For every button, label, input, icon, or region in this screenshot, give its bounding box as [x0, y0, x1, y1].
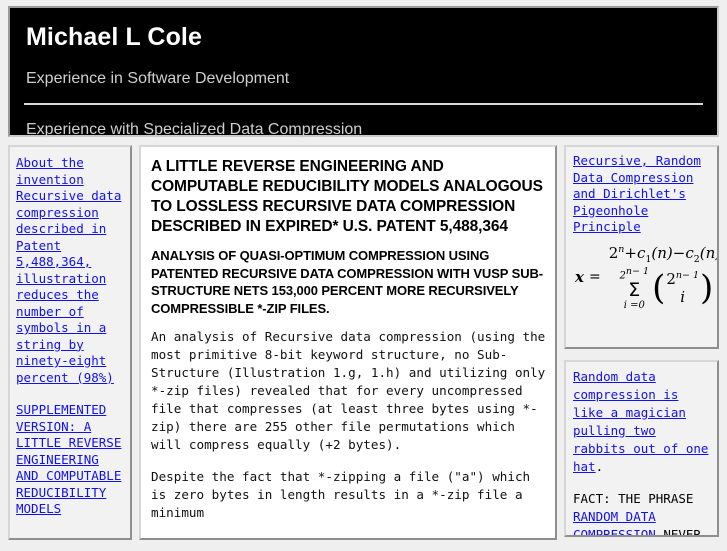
header-subtitle-2: Experience with Specialized Data Compres… [26, 121, 363, 138]
header-subtitle-1: Experience in Software Development [26, 70, 290, 87]
header-divider [24, 103, 703, 105]
formula-num-minus: − [672, 243, 686, 262]
right-link-random-data-compression[interactable]: RANDOM DATA COMPRESSION [573, 509, 656, 535]
main-subheading: ANALYSIS OF QUASI-OPTIMUM COMPRESSION US… [151, 248, 544, 316]
formula-lhs: x [575, 268, 584, 287]
formula-expression: x = 2n+c1(n)−c2(n) 2n− 1 Σ i =0 [575, 243, 717, 311]
sidebar-link-supplemented-version[interactable]: SUPPLEMENTED VERSION: A LITTLE REVERSE E… [16, 402, 127, 518]
formula-binom-bottom: i [680, 287, 686, 306]
formula-paren-right: ) [700, 268, 714, 309]
main-heading: A LITTLE REVERSE ENGINEERING AND COMPUTA… [151, 158, 543, 235]
formula-equals: = [588, 269, 601, 286]
formula-binom-top: 2n− 1 [666, 270, 700, 289]
right-fact-block: FACT: THE PHRASE RANDOM DATA COMPRESSION… [573, 491, 701, 537]
main-paragraph-2: Despite the fact that *-zipping a file (… [151, 469, 538, 520]
right-link-pigeonhole-principle[interactable]: Recursive, Random Data Compression and D… [573, 153, 711, 236]
page-title: Michael L Cole [26, 23, 202, 51]
formula-num-arg2: (n) [699, 243, 717, 262]
main-paragraph-1: An analysis of Recursive data compressio… [151, 329, 553, 452]
formula-num-arg1: (n) [651, 243, 673, 262]
right-fact-prefix: FACT: THE PHRASE [573, 491, 694, 506]
right-sidebar-box-bottom: Random data compression is like a magici… [564, 360, 719, 537]
right-quote-block: Random data compression is like a magici… [573, 369, 708, 474]
formula-binom-stack: 2n− 1 i [665, 270, 700, 306]
content-layout: About the invention Recursive data compr… [8, 145, 719, 540]
right-sidebar-box-top: Recursive, Random Data Compression and D… [564, 145, 719, 349]
right-sidebar: Recursive, Random Data Compression and D… [564, 145, 719, 540]
main-content: A LITTLE REVERSE ENGINEERING AND COMPUTA… [139, 145, 557, 540]
formula-fraction: 2n+c1(n)−c2(n) 2n− 1 Σ i =0 ( [607, 243, 717, 311]
formula-paren-left: ( [652, 268, 666, 309]
right-box-spacer [573, 476, 711, 490]
right-link-magician-rabbits[interactable]: Random data compression is like a magici… [573, 369, 708, 474]
sidebar-link-about-the-invention[interactable]: About the invention Recursive data compr… [16, 155, 127, 386]
formula-numerator: 2n+c1(n)−c2(n) [607, 243, 717, 265]
formula-num-base: 2 [608, 243, 619, 262]
formula-binom-top-base: 2 [666, 270, 676, 289]
header-banner: Michael L Cole Experience in Software De… [8, 6, 719, 138]
formula-sum-upper-exp: n− 1 [625, 265, 650, 277]
formula-num-plus: + [624, 243, 637, 262]
right-quote-period: . [595, 459, 604, 474]
formula-denominator: 2n− 1 Σ i =0 ( 2n− 1 i ) [607, 265, 717, 311]
formula-num-c2: c [685, 243, 694, 262]
right-fact-tail: NEVER [655, 527, 701, 537]
formula-binomial: ( 2n− 1 i ) [652, 268, 714, 309]
left-sidebar: About the invention Recursive data compr… [8, 145, 132, 540]
formula-image: x = 2n+c1(n)−c2(n) 2n− 1 Σ i =0 [573, 236, 717, 315]
formula-binom-top-exp: n− 1 [675, 270, 700, 282]
formula-summation: 2n− 1 Σ i =0 [620, 265, 650, 311]
sigma-icon: Σ [628, 278, 641, 301]
formula-sum-lower: i =0 [623, 299, 645, 311]
